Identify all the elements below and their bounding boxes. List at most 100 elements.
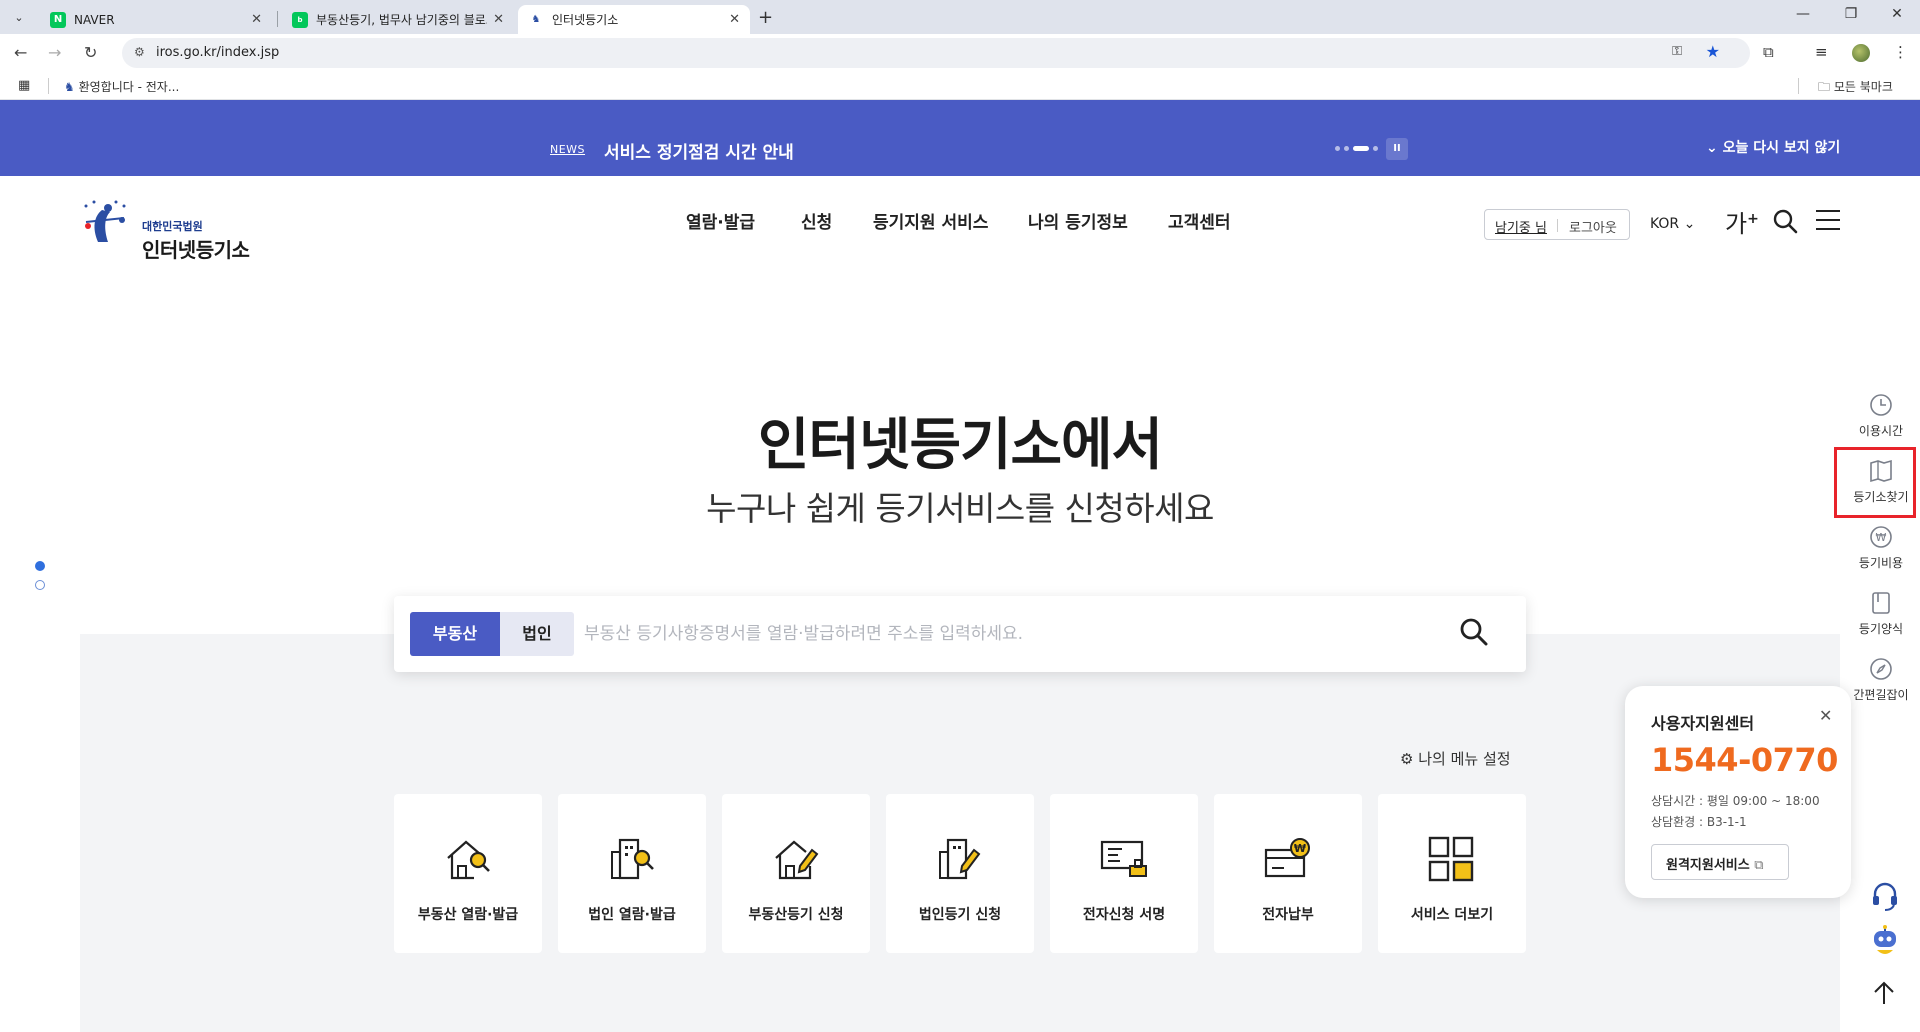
forward-icon[interactable]: →: [48, 43, 61, 62]
chatbot-icon[interactable]: [1870, 924, 1900, 960]
site-info-icon[interactable]: ⚙: [134, 45, 145, 59]
hero-subtitle: 누구나 쉽게 등기서비스를 신청하세요: [706, 489, 1214, 528]
reload-icon[interactable]: ↻: [84, 43, 97, 62]
tab-real-estate[interactable]: 부동산: [410, 612, 500, 656]
more-grid-icon: [1428, 836, 1474, 882]
nav-apply[interactable]: 신청: [801, 208, 832, 233]
service-card[interactable]: 법인 열람·발급: [558, 794, 706, 953]
service-label: 법인 열람·발급: [588, 907, 676, 923]
headset-icon[interactable]: [1870, 880, 1900, 912]
service-card[interactable]: 전자신청 서명: [1050, 794, 1198, 953]
hero-title: 인터넷등기소에서: [757, 413, 1163, 478]
service-card[interactable]: 법인등기 신청: [886, 794, 1034, 953]
media-icon[interactable]: ≡: [1815, 43, 1828, 61]
external-link-icon: ⧉: [1754, 858, 1764, 873]
search-icon[interactable]: [1772, 208, 1798, 234]
search-icon[interactable]: [1458, 616, 1490, 648]
nav-my-registry[interactable]: 나의 등기정보: [1028, 208, 1128, 233]
tab-corporation[interactable]: 법인: [500, 612, 574, 656]
hamburger-menu-icon[interactable]: [1816, 210, 1840, 230]
pager-dot[interactable]: [1373, 146, 1378, 151]
bookmark-item[interactable]: ♞ 환영합니다 - 전자...: [64, 78, 179, 95]
all-bookmarks-button[interactable]: 🗀 모든 북마크: [1818, 78, 1893, 99]
pager-dot[interactable]: [1335, 146, 1340, 151]
logout-button[interactable]: 로그아웃: [1569, 217, 1617, 236]
site-logo[interactable]: 대한민국법원 인터넷등기소: [78, 198, 278, 262]
tab-blog[interactable]: b 부동산등기, 법무사 남기중의 블로그 ✕: [282, 5, 514, 34]
remote-support-button[interactable]: 원격지원서비스 ⧉: [1651, 844, 1789, 880]
service-label: 부동산 열람·발급: [417, 907, 519, 923]
close-icon[interactable]: ✕: [251, 12, 262, 27]
tab-iros[interactable]: ♞ 인터넷등기소 ✕: [518, 5, 750, 34]
support-hours: 상담시간 : 평일 09:00 ~ 18:00: [1651, 794, 1820, 808]
tab-search-icon[interactable]: ⌄: [8, 8, 30, 28]
quick-label: 등기비용: [1858, 556, 1904, 570]
section-dot-active[interactable]: [35, 561, 45, 571]
scroll-top-icon[interactable]: [1870, 980, 1898, 1006]
plus-icon: +: [1747, 211, 1759, 227]
close-icon[interactable]: ✕: [1819, 706, 1832, 725]
tab-title: 인터넷등기소: [552, 13, 619, 27]
back-icon[interactable]: ←: [14, 43, 27, 62]
close-icon[interactable]: ✕: [729, 12, 740, 27]
dismiss-today-button[interactable]: ⌄ 오늘 다시 보지 않기: [1706, 137, 1840, 157]
user-name-link[interactable]: 남기중 님: [1495, 217, 1547, 236]
apps-grid-icon[interactable]: ▦: [18, 78, 30, 93]
pause-icon[interactable]: II: [1386, 138, 1408, 160]
nav-view-issue[interactable]: 열람·발급: [686, 208, 755, 233]
tab-naver[interactable]: N NAVER ✕: [40, 5, 272, 34]
close-window-icon[interactable]: ✕: [1874, 6, 1920, 22]
user-box: 남기중 님 로그아웃: [1484, 209, 1630, 240]
close-icon[interactable]: ✕: [493, 12, 504, 27]
font-size-button[interactable]: 가+: [1725, 204, 1759, 239]
section-pager[interactable]: [35, 561, 45, 599]
bookmark-star-icon[interactable]: ★: [1706, 42, 1720, 61]
form-book-icon: [1872, 592, 1890, 614]
restore-icon[interactable]: ❐: [1828, 6, 1874, 22]
building-edit-icon: [939, 838, 981, 880]
nav-support-service[interactable]: 등기지원 서비스: [873, 208, 988, 233]
pager-dot-active[interactable]: [1353, 146, 1369, 151]
service-card[interactable]: ₩ 전자납부: [1214, 794, 1362, 953]
notice-pager[interactable]: [1335, 146, 1378, 151]
service-card[interactable]: 서비스 더보기: [1378, 794, 1526, 953]
gear-icon: ⚙: [1400, 750, 1414, 768]
dismiss-label: 오늘 다시 보지 않기: [1722, 140, 1841, 156]
more-menu-icon[interactable]: ⋮: [1893, 43, 1908, 61]
site-header: 대한민국법원 인터넷등기소 열람·발급 신청 등기지원 서비스 나의 등기정보 …: [0, 176, 1920, 262]
address-bar[interactable]: ⚙ iros.go.kr/index.jsp ⚿ ★: [122, 38, 1750, 68]
service-card[interactable]: 부동산 열람·발급: [394, 794, 542, 953]
service-label: 부동산등기 신청: [748, 907, 844, 923]
chevron-down-icon: ⌄: [1683, 216, 1696, 232]
house-edit-icon: [775, 840, 819, 880]
quick-usage-time[interactable]: 이용시간: [1836, 392, 1920, 439]
divider: [1557, 219, 1558, 232]
minimize-icon[interactable]: —: [1780, 6, 1826, 22]
profile-avatar[interactable]: [1852, 44, 1870, 62]
section-dot[interactable]: [35, 580, 45, 590]
password-key-icon[interactable]: ⚿: [1672, 44, 1682, 59]
pager-dot[interactable]: [1344, 146, 1349, 151]
svg-text:₩: ₩: [1294, 842, 1306, 855]
quick-label: 이용시간: [1858, 424, 1904, 438]
quick-registry-forms[interactable]: 등기양식: [1836, 590, 1920, 637]
quick-registry-cost[interactable]: ₩ 등기비용: [1836, 524, 1920, 571]
url-text[interactable]: iros.go.kr/index.jsp: [156, 45, 279, 60]
house-search-icon: [447, 840, 490, 880]
tab-title: NAVER: [74, 12, 115, 27]
iros-icon: ♞: [528, 11, 544, 28]
service-label: 서비스 더보기: [1410, 907, 1494, 923]
extensions-icon[interactable]: ⧉: [1763, 43, 1774, 61]
logo-subtitle: 대한민국법원: [142, 220, 203, 233]
my-menu-label: 나의 메뉴 설정: [1418, 750, 1511, 768]
new-tab-button[interactable]: +: [758, 7, 773, 28]
my-menu-settings-button[interactable]: ⚙ 나의 메뉴 설정: [1400, 748, 1511, 769]
nav-customer-center[interactable]: 고객센터: [1168, 208, 1231, 233]
language-select[interactable]: KOR ⌄: [1650, 216, 1695, 232]
service-card[interactable]: 부동산등기 신청: [722, 794, 870, 953]
address-search-input[interactable]: [584, 614, 1444, 654]
logo-title: 인터넷등기소: [142, 238, 250, 262]
clock-icon: [1870, 394, 1892, 416]
bookmarks-bar: ▦ ♞ 환영합니다 - 전자... 🗀 모든 북마크: [0, 72, 1920, 100]
notice-link[interactable]: 서비스 정기점검 시간 안내: [604, 138, 794, 163]
